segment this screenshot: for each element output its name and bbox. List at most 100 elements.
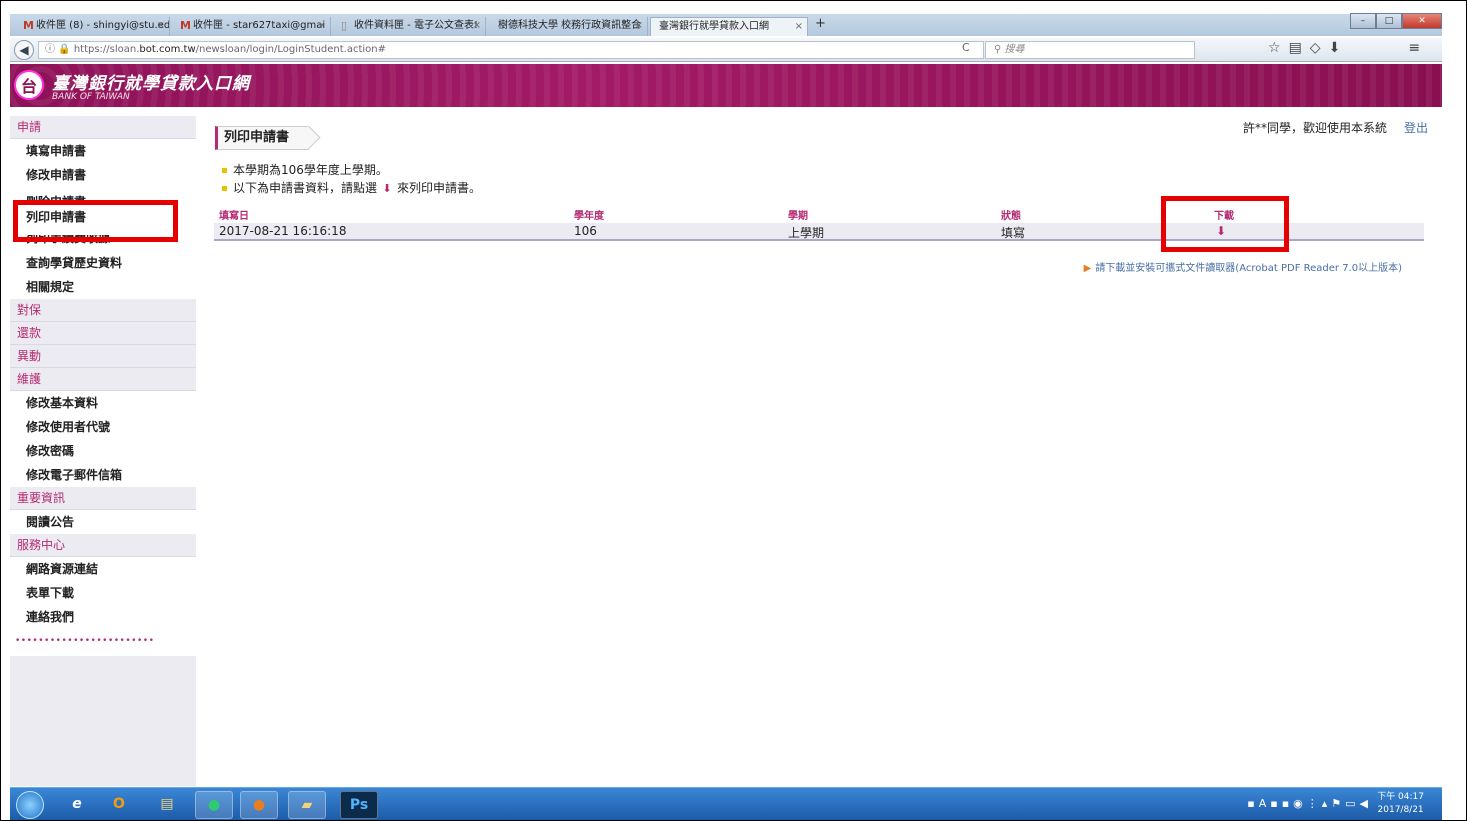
explorer-icon[interactable]: ▤ <box>148 791 186 819</box>
download-icon[interactable]: ⬇ <box>1329 40 1349 56</box>
sidebar-section-repayment[interactable]: 還款 <box>10 322 196 345</box>
sidebar-section-important[interactable]: 重要資訊 <box>10 487 196 510</box>
clock-date: 2017/8/21 <box>1377 805 1424 815</box>
url-path: /newsloan/login/LoginStudent.action# <box>195 44 387 55</box>
search-icon: ⚲ <box>994 44 1005 55</box>
close-icon[interactable]: × <box>473 17 481 35</box>
line-icon[interactable]: ● <box>195 791 233 819</box>
gmail-icon: M <box>180 19 191 32</box>
cell-date: 2017-08-21 16:16:18 <box>219 224 347 238</box>
bullet-icon <box>222 168 227 173</box>
clipboard-icon[interactable]: ▤ <box>1289 40 1310 56</box>
semester-note: 本學期為106學年度上學期。 <box>222 161 388 178</box>
system-tray-icons: ▪A▪▪◉⋮▴⚑▭◀ <box>1247 797 1372 810</box>
photoshop-icon[interactable]: Ps <box>340 791 378 819</box>
cell-term: 上學期 <box>788 226 825 240</box>
info-icon: ⓘ 🔒 <box>45 44 74 55</box>
close-window-button[interactable]: ✕ <box>1402 13 1442 29</box>
instruction-text-b: 來列印申請書。 <box>397 181 482 195</box>
site-title: 臺灣銀行就學貸款入口網 <box>52 74 250 94</box>
instruction-note: 以下為申請書資料，請點選 ⬇ 來列印申請書。 <box>222 179 481 196</box>
sidebar-item-resource-links[interactable]: 網路資源連結 <box>10 557 196 581</box>
firefox-icon[interactable]: ● <box>240 791 278 819</box>
back-arrow-icon: ◀ <box>19 43 29 57</box>
arrow-right-icon: ▶ <box>1083 263 1092 274</box>
sidebar-item-edit-profile[interactable]: 修改基本資料 <box>10 391 196 415</box>
browser-nav-bar: ◀ ⓘ 🔒 https://sloan.bot.com.tw/newsloan/… <box>10 38 1442 62</box>
address-bar[interactable]: ⓘ 🔒 https://sloan.bot.com.tw/newsloan/lo… <box>38 41 984 59</box>
tab-document[interactable]: ▯ 收件資料匣 - 電子公文查表! × <box>336 17 486 36</box>
close-icon[interactable]: × <box>795 18 803 36</box>
folder-icon[interactable]: ▰ <box>288 791 326 819</box>
close-icon[interactable]: × <box>318 17 326 35</box>
acrobat-link[interactable]: ▶ 請下載並安裝可攜式文件讀取器(Acrobat PDF Reader 7.0以上… <box>1084 259 1402 274</box>
start-button[interactable] <box>16 791 44 819</box>
gmail-icon: M <box>23 19 34 32</box>
sidebar-item-edit-username[interactable]: 修改使用者代號 <box>10 415 196 439</box>
sidebar-item-regulations[interactable]: 相關規定 <box>10 275 196 299</box>
maximize-button[interactable]: □ <box>1376 13 1402 29</box>
close-icon[interactable]: × <box>157 17 165 35</box>
instruction-text-a: 以下為申請書資料，請點選 <box>233 181 378 195</box>
clock-time: 下午 04:17 <box>1377 792 1424 802</box>
tab-gmail-1[interactable]: M 收件匣 (8) - shingyi@stu.ed × <box>18 17 170 36</box>
sidebar-item-edit-email[interactable]: 修改電子郵件信箱 <box>10 463 196 487</box>
page-title: 列印申請書 <box>215 126 310 150</box>
tab-label: 收件匣 (8) - shingyi@stu.ed <box>36 20 170 31</box>
tab-label: 樹德科技大學 校務行政資訊整合 <box>498 20 642 31</box>
tab-university[interactable]: 樹德科技大學 校務行政資訊整合 × <box>490 17 648 36</box>
pocket-icon[interactable]: ◇ <box>1310 40 1329 56</box>
sidebar-section-guarantee[interactable]: 對保 <box>10 299 196 322</box>
sidebar-dots-divider: •••••••••••••••••••••••• <box>15 636 155 646</box>
column-header-year: 學年度 <box>574 211 604 222</box>
tab-label: 收件匣 - star627taxi@gmai <box>193 20 326 31</box>
search-input[interactable]: ⚲ 搜尋 <box>985 41 1195 59</box>
screenshot-frame: M 收件匣 (8) - shingyi@stu.ed × M 收件匣 - sta… <box>0 0 1467 821</box>
new-tab-button[interactable]: + <box>815 16 826 31</box>
highlight-box-print-form <box>13 200 178 242</box>
sidebar-item-contact-us[interactable]: 連絡我們 <box>10 605 196 629</box>
sidebar-section-maintenance[interactable]: 維護 <box>10 368 196 391</box>
semester-note-text: 本學期為106學年度上學期。 <box>233 163 388 177</box>
sidebar-item-form-download[interactable]: 表單下載 <box>10 581 196 605</box>
page-icon: ▯ <box>341 19 348 32</box>
column-header-term: 學期 <box>788 211 808 222</box>
reload-icon[interactable]: C <box>962 41 970 54</box>
sidebar-section-changes[interactable]: 異動 <box>10 345 196 368</box>
system-clock[interactable]: 下午 04:17 2017/8/21 <box>1377 791 1424 817</box>
outlook-icon[interactable]: O <box>100 791 138 819</box>
user-greeting: 許**同學，歡迎使用本系統 <box>1242 121 1387 135</box>
close-icon[interactable]: × <box>635 17 643 35</box>
sidebar-item-edit-password[interactable]: 修改密碼 <box>10 439 196 463</box>
tab-label: 收件資料匣 - 電子公文查表! <box>354 20 478 31</box>
star-icon[interactable]: ☆ <box>1268 40 1289 56</box>
menu-icon[interactable]: ≡ <box>1408 40 1428 56</box>
logout-link[interactable]: 登出 <box>1404 119 1428 136</box>
bullet-icon <box>222 186 227 191</box>
search-placeholder: 搜尋 <box>1004 44 1025 55</box>
sidebar-item-edit-form[interactable]: 修改申請書 <box>10 163 196 187</box>
column-header-date: 填寫日 <box>219 211 249 222</box>
tab-gmail-2[interactable]: M 收件匣 - star627taxi@gmai × <box>175 17 331 36</box>
ie-icon[interactable]: e <box>58 791 96 819</box>
tab-label: 臺灣銀行就學貸款入口網 <box>659 21 769 32</box>
toolbar-icons: ☆▤◇⬇ ≡ <box>1268 40 1428 56</box>
site-subtitle: BANK OF TAIWAN <box>52 92 130 102</box>
cell-status: 填寫 <box>1001 226 1026 240</box>
browser-tab-bar: M 收件匣 (8) - shingyi@stu.ed × M 收件匣 - sta… <box>10 13 1442 36</box>
pdf-download-icon: ⬇ <box>382 182 392 195</box>
minimize-button[interactable]: – <box>1350 13 1376 29</box>
sidebar-item-announcements[interactable]: 閱讀公告 <box>10 510 196 534</box>
highlight-box-download <box>1161 196 1289 252</box>
url-prefix: https://sloan. <box>73 44 140 55</box>
bank-logo[interactable]: 台 <box>14 70 44 100</box>
sidebar-section-service[interactable]: 服務中心 <box>10 534 196 557</box>
sidebar-fill <box>10 656 196 786</box>
cell-year: 106 <box>574 224 597 238</box>
column-header-status: 狀態 <box>1001 211 1021 222</box>
back-button[interactable]: ◀ <box>14 40 34 60</box>
sidebar-item-loan-history[interactable]: 查詢學貸歷史資料 <box>10 251 196 275</box>
tab-bank-active[interactable]: 臺灣銀行就學貸款入口網 × <box>650 17 808 36</box>
sidebar-item-fill-form[interactable]: 填寫申請書 <box>10 139 196 163</box>
sidebar-section-apply[interactable]: 申請 <box>10 116 196 139</box>
